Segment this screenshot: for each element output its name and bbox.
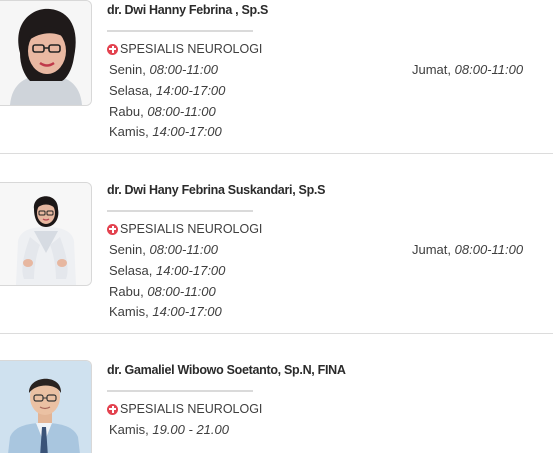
schedule-right-column: Jumat, 08:00-11:00	[410, 240, 523, 261]
doctor-card[interactable]: dr. Dwi Hany Febrina Suskandari, Sp.S SP…	[0, 170, 553, 334]
schedule-day: Selasa,	[109, 82, 153, 98]
specialty-label: SPESIALIS NEUROLOGI	[107, 402, 547, 416]
schedule-day: Jumat,	[412, 62, 452, 77]
doctor-name[interactable]: dr. Gamaliel Wibowo Soetanto, Sp.N, FINA	[107, 362, 547, 378]
schedule-time: 08:00-11:00	[147, 283, 216, 299]
schedule-time: 08:00-11:00	[454, 62, 524, 77]
doctor-list: dr. Dwi Hanny Febrina , Sp.S SPESIALIS N…	[0, 0, 553, 453]
name-divider	[107, 390, 253, 392]
schedule-row: Jumat, 08:00-11:00	[410, 240, 523, 261]
doctor-photo[interactable]	[0, 360, 92, 453]
schedule-day: Selasa,	[109, 262, 153, 278]
schedule-row: Jumat, 08:00-11:00	[410, 60, 523, 81]
schedule-row: Kamis, 14:00-17:00	[107, 122, 547, 143]
schedule: Kamis, 19.00 - 21.00	[107, 420, 547, 441]
schedule-row: Rabu, 08:00-11:00	[107, 102, 547, 123]
schedule-day: Rabu,	[109, 103, 144, 119]
specialty-label: SPESIALIS NEUROLOGI	[107, 222, 547, 236]
doctor-info: dr. Gamaliel Wibowo Soetanto, Sp.N, FINA…	[107, 362, 547, 441]
plus-circle-icon	[107, 223, 118, 235]
schedule-row: Selasa, 14:00-17:00	[107, 261, 547, 282]
schedule-time: 14:00-17:00	[152, 124, 222, 140]
schedule-day: Rabu,	[109, 283, 144, 299]
doctor-card[interactable]: dr. Dwi Hanny Febrina , Sp.S SPESIALIS N…	[0, 0, 553, 154]
schedule-time: 14:00-17:00	[156, 82, 226, 98]
schedule-time: 08:00-11:00	[454, 242, 524, 257]
doctor-info: dr. Dwi Hanny Febrina , Sp.S SPESIALIS N…	[107, 2, 547, 143]
doctor-photo[interactable]	[0, 182, 92, 286]
schedule-time: 08:00-11:00	[147, 103, 216, 119]
schedule-day: Senin,	[109, 62, 146, 77]
name-divider	[107, 210, 253, 212]
schedule-time: 14:00-17:00	[152, 304, 222, 320]
schedule-day: Kamis,	[109, 304, 149, 320]
schedule-day: Kamis,	[109, 422, 149, 437]
plus-circle-icon	[107, 43, 118, 55]
schedule-row: Selasa, 14:00-17:00	[107, 81, 547, 102]
schedule-row: Kamis, 14:00-17:00	[107, 302, 547, 323]
plus-circle-icon	[107, 403, 118, 415]
specialty-text: SPESIALIS NEUROLOGI	[120, 402, 263, 416]
schedule-time: 08:00-11:00	[149, 62, 218, 77]
schedule-row: Kamis, 19.00 - 21.00	[107, 420, 547, 441]
schedule: Senin, 08:00-11:00 Selasa, 14:00-17:00 R…	[107, 240, 547, 323]
specialty-text: SPESIALIS NEUROLOGI	[120, 222, 263, 236]
specialty-label: SPESIALIS NEUROLOGI	[107, 42, 547, 56]
doctor-portrait-image	[0, 1, 91, 105]
schedule-day: Kamis,	[109, 124, 149, 140]
schedule-row: Rabu, 08:00-11:00	[107, 282, 547, 303]
specialty-text: SPESIALIS NEUROLOGI	[120, 42, 263, 56]
schedule-day: Jumat,	[412, 242, 452, 257]
name-divider	[107, 30, 253, 32]
schedule: Senin, 08:00-11:00 Selasa, 14:00-17:00 R…	[107, 60, 547, 143]
schedule-time: 08:00-11:00	[149, 242, 218, 257]
schedule-day: Senin,	[109, 242, 146, 257]
doctor-card[interactable]: dr. Gamaliel Wibowo Soetanto, Sp.N, FINA…	[0, 350, 553, 453]
doctor-name[interactable]: dr. Dwi Hanny Febrina , Sp.S	[107, 2, 547, 18]
doctor-photo[interactable]	[0, 0, 92, 106]
schedule-right-column: Jumat, 08:00-11:00	[410, 60, 523, 81]
schedule-time: 19.00 - 21.00	[152, 422, 229, 437]
schedule-time: 14:00-17:00	[156, 262, 226, 278]
doctor-portrait-image	[0, 183, 91, 285]
doctor-info: dr. Dwi Hany Febrina Suskandari, Sp.S SP…	[107, 182, 547, 323]
doctor-portrait-image	[0, 361, 91, 453]
doctor-name[interactable]: dr. Dwi Hany Febrina Suskandari, Sp.S	[107, 182, 547, 198]
